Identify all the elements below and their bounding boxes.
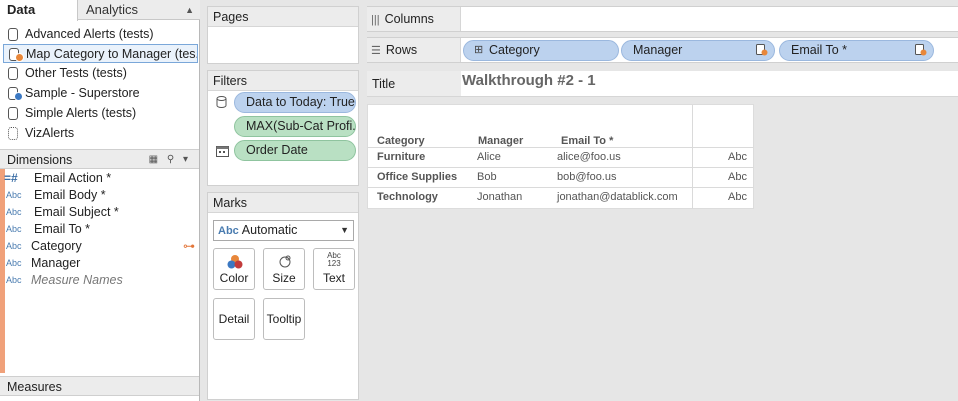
filter-pill-order-date[interactable]: Order Date — [234, 140, 356, 161]
calendar-filter-icon — [216, 146, 229, 157]
header-email-to[interactable]: Email To * — [561, 135, 613, 147]
link-icon: ⊶ — [183, 239, 195, 253]
mark-type-value: Automatic — [241, 223, 298, 237]
field-measure-names[interactable]: Abc Measure Names — [0, 272, 199, 289]
datasource-label: Advanced Alerts (tests) — [25, 27, 154, 41]
extract-badge-icon — [15, 53, 24, 62]
datasource-label: Map Category to Manager (tes... — [26, 47, 198, 61]
extract-field-icon — [915, 44, 927, 56]
field-email-action[interactable]: =# Email Action * — [0, 170, 199, 187]
title-bar: Title Walkthrough #2 - 1 — [367, 71, 958, 97]
marks-color-button[interactable]: Color — [213, 248, 255, 290]
filters-title: Filters — [208, 71, 358, 91]
database-icon — [8, 67, 18, 80]
text-icon: Abc 123 — [327, 251, 341, 268]
mark-type-abc-icon: Abc — [218, 225, 239, 237]
dimensions-header: Dimensions ▦ ⚲ ▾ — [0, 149, 199, 169]
datasource-simple-alerts[interactable]: Simple Alerts (tests) — [3, 104, 198, 123]
marks-text-button[interactable]: Abc 123 Text — [313, 248, 355, 290]
field-email-to[interactable]: Abc Email To * — [0, 221, 199, 238]
datasource-label: Other Tests (tests) — [25, 66, 127, 80]
datasource-advanced-alerts[interactable]: Advanced Alerts (tests) — [3, 25, 198, 44]
filter-pill-max-subcat[interactable]: MAX(Sub-Cat Profi... — [234, 116, 356, 137]
expand-plus-icon[interactable]: ⊞ — [474, 41, 483, 60]
pages-title: Pages — [208, 7, 358, 27]
string-type-icon: Abc — [6, 207, 22, 217]
viz-table: Category Manager Email To * Furniture Al… — [367, 104, 754, 209]
pane-tabs: Data Analytics ▲ — [0, 0, 200, 21]
rows-pill-manager[interactable]: Manager — [621, 40, 775, 61]
datasource-map-category[interactable]: Map Category to Manager (tes... — [3, 44, 198, 63]
database-icon — [8, 127, 18, 140]
extract-field-icon — [756, 44, 768, 56]
datasource-label: Sample - Superstore — [25, 86, 140, 100]
columns-icon: ||| — [371, 14, 380, 26]
chevron-down-icon: ▼ — [340, 225, 349, 235]
columns-label: ||| Columns — [367, 7, 461, 31]
rows-label: ☰ Rows — [367, 38, 461, 62]
rows-pill-category[interactable]: ⊞ Category — [463, 40, 619, 61]
field-category[interactable]: Abc Category ⊶ — [0, 238, 199, 255]
mark-type-select[interactable]: Abc Automatic ▼ — [213, 220, 354, 241]
string-type-icon: Abc — [6, 224, 22, 234]
database-icon — [8, 28, 18, 41]
database-icon — [8, 107, 18, 120]
tab-data[interactable]: Data — [0, 0, 78, 21]
rows-shelf[interactable]: ☰ Rows ⊞ Category Manager Email To * — [367, 37, 958, 63]
rows-pill-email-to[interactable]: Email To * — [779, 40, 934, 61]
marks-size-button[interactable]: Size — [263, 248, 305, 290]
tab-analytics[interactable]: Analytics — [78, 0, 200, 20]
datasource-label: Simple Alerts (tests) — [25, 106, 137, 120]
datasource-other-tests[interactable]: Other Tests (tests) — [3, 64, 198, 83]
size-icon — [279, 255, 291, 268]
marks-title: Marks — [208, 193, 358, 213]
title-label: Title — [367, 71, 461, 96]
pages-card: Pages — [207, 6, 359, 64]
field-email-subject[interactable]: Abc Email Subject * — [0, 204, 199, 221]
tab-scroll-icon[interactable]: ▲ — [185, 0, 194, 20]
sheet-title[interactable]: Walkthrough #2 - 1 — [462, 71, 596, 91]
columns-shelf[interactable]: ||| Columns — [367, 6, 958, 32]
string-type-icon: Abc — [6, 190, 22, 200]
rows-icon: ☰ — [371, 45, 381, 57]
table-row[interactable]: Technology Jonathan jonathan@datablick.c… — [368, 187, 753, 207]
table-row[interactable]: Office Supplies Bob bob@foo.us Abc — [368, 167, 753, 187]
string-type-icon: Abc — [6, 258, 22, 268]
check-badge-icon — [14, 92, 23, 101]
datasource-sample-superstore[interactable]: Sample - Superstore — [3, 84, 198, 103]
dimensions-title: Dimensions — [7, 153, 73, 167]
header-category[interactable]: Category — [377, 135, 425, 147]
string-type-icon: Abc — [6, 275, 22, 285]
marks-detail-button[interactable]: Detail — [213, 298, 255, 340]
filters-card: Filters Data to Today: True MAX(Sub-Cat … — [207, 70, 359, 186]
database-filter-icon — [216, 96, 227, 108]
header-manager[interactable]: Manager — [478, 135, 523, 147]
table-row[interactable]: Furniture Alice alice@foo.us Abc — [368, 147, 753, 167]
field-manager[interactable]: Abc Manager — [0, 255, 199, 272]
field-email-body[interactable]: Abc Email Body * — [0, 187, 199, 204]
filter-pill-data-to-today[interactable]: Data to Today: True — [234, 92, 356, 113]
marks-tooltip-button[interactable]: Tooltip — [263, 298, 305, 340]
color-icon — [227, 255, 243, 269]
string-type-icon: Abc — [6, 241, 22, 251]
marks-card: Marks Abc Automatic ▼ Color Size Abc 123 … — [207, 192, 359, 400]
measures-header: Measures — [0, 376, 199, 396]
measures-title: Measures — [7, 380, 62, 394]
datasource-label: VizAlerts — [25, 126, 75, 140]
number-type-icon: =# — [4, 171, 18, 185]
data-pane: Data Analytics ▲ Advanced Alerts (tests)… — [0, 0, 200, 401]
dimension-tools-icon[interactable]: ▦ ⚲ ▾ — [149, 150, 191, 170]
datasource-vizalerts[interactable]: VizAlerts — [3, 124, 198, 143]
